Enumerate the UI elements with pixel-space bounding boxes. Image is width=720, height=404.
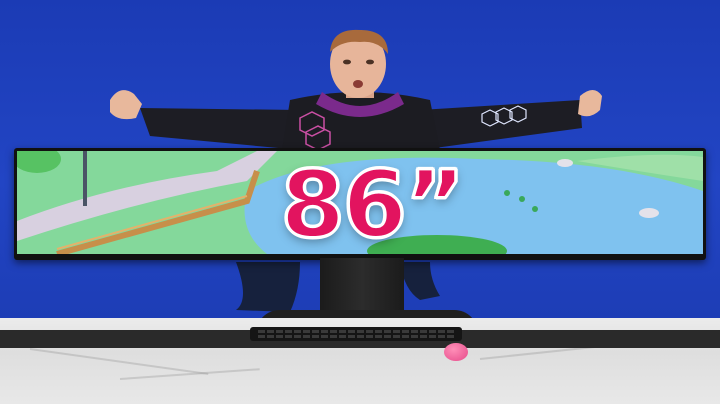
headline-size-label: 86”: [279, 150, 467, 260]
monitor-stand: [320, 258, 404, 318]
keyboard: [250, 327, 462, 341]
pink-mouse: [444, 343, 468, 361]
thumbnail-scene: 86”: [0, 0, 720, 404]
